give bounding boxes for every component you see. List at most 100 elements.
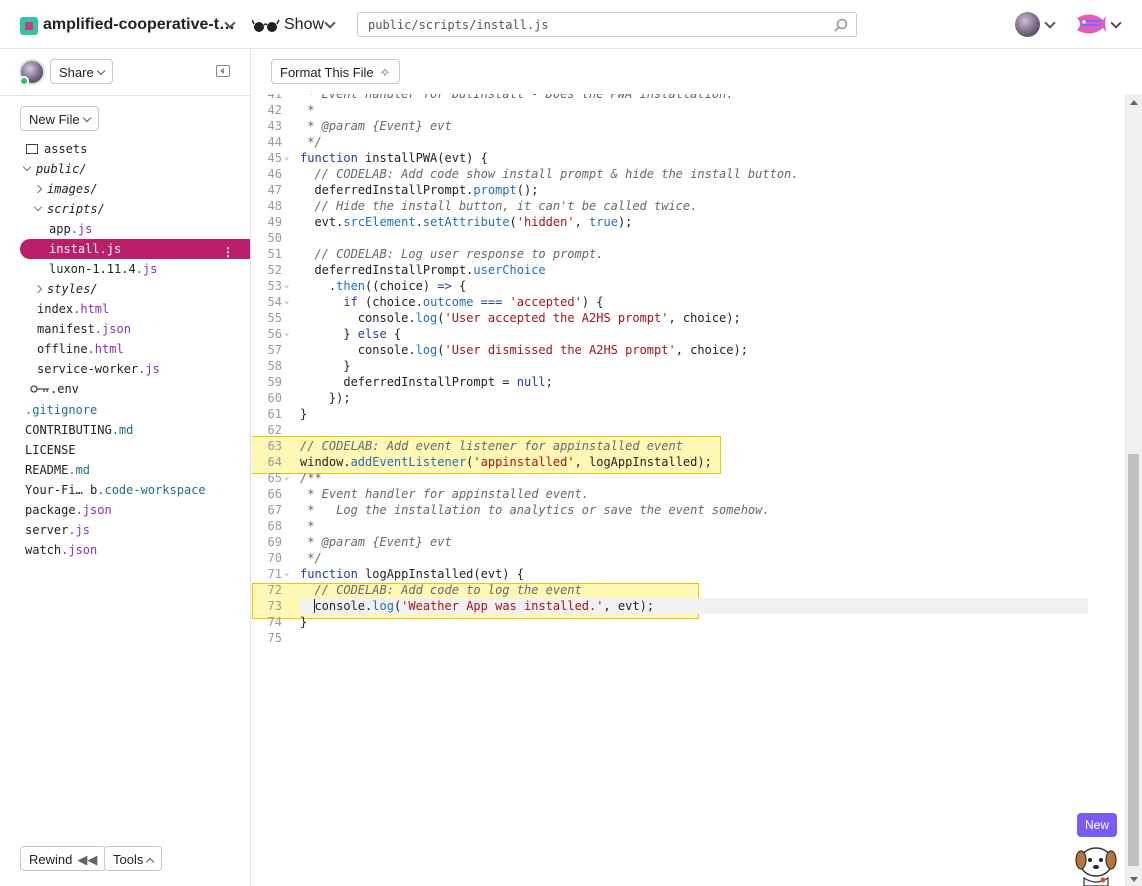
code-line[interactable]: 62 — [252, 422, 1125, 438]
code-line[interactable]: 50 — [252, 230, 1125, 246]
tree-file-manifest-json[interactable]: manifest.json — [0, 319, 250, 339]
line-number: 44 — [267, 135, 282, 149]
tree-file-watch-json[interactable]: watch.json — [0, 540, 250, 560]
code-line[interactable]: 55 console.log('User accepted the A2HS p… — [252, 310, 1125, 326]
code-line[interactable]: 69 * @param {Event} evt — [252, 534, 1125, 550]
chevron-down-icon[interactable] — [1044, 17, 1056, 29]
glitch-fish-logo-icon[interactable] — [1075, 12, 1107, 36]
tree-file-offline-html[interactable]: offline.html — [0, 339, 250, 359]
scroll-thumb[interactable] — [1128, 454, 1139, 866]
code-line[interactable]: 74} — [252, 614, 1125, 630]
tree-file-luxon-js[interactable]: luxon-1.11.4.js — [0, 259, 250, 279]
tools-button[interactable]: Tools — [104, 846, 163, 871]
code-line[interactable]: 56 ⌄ } else { — [252, 326, 1125, 342]
tree-file-package-json[interactable]: package.json — [0, 500, 250, 520]
line-number: 73 — [267, 599, 282, 613]
code-line[interactable]: 53 ⌄ .then((choice) => { — [252, 278, 1125, 294]
code-line[interactable]: 73 console.log('Weather App was installe… — [252, 598, 1125, 614]
code-line[interactable]: 42 * — [252, 102, 1125, 118]
scroll-down-arrow-icon[interactable] — [1130, 877, 1138, 882]
code-line[interactable]: 48 // Hide the install button, it can't … — [252, 198, 1125, 214]
user-avatar[interactable] — [1015, 12, 1040, 37]
tree-file-index-html[interactable]: index.html — [0, 299, 250, 319]
tree-item-label: assets — [44, 142, 88, 156]
chevron-down-icon[interactable] — [1110, 17, 1122, 29]
line-number: 62 — [267, 423, 282, 437]
tree-folder-public[interactable]: public/ — [0, 159, 250, 179]
dog-mascot-icon[interactable] — [1068, 840, 1124, 886]
code-line[interactable]: 59 deferredInstallPrompt = null; — [252, 374, 1125, 390]
fold-chevron-icon[interactable]: ⌄ — [284, 293, 289, 309]
code-line[interactable]: 68 * — [252, 518, 1125, 534]
fold-chevron-icon[interactable]: ⌄ — [284, 277, 289, 293]
code-line[interactable]: 46 // CODELAB: Add code show install pro… — [252, 166, 1125, 182]
code-line[interactable]: 58 } — [252, 358, 1125, 374]
code-text: } — [300, 359, 351, 373]
scroll-up-arrow-icon[interactable] — [1130, 100, 1138, 105]
tree-file-license[interactable]: LICENSE — [0, 440, 250, 460]
tree-folder-styles[interactable]: styles/ — [0, 279, 250, 299]
tools-label: Tools — [113, 852, 144, 867]
code-line[interactable]: 41 * Event handler for butInstall - Does… — [252, 94, 1125, 102]
tree-file-service-worker-js[interactable]: service-worker.js — [0, 359, 250, 379]
tree-file-contributing-md[interactable]: CONTRIBUTING.md — [0, 420, 250, 440]
fold-chevron-icon[interactable]: ⌄ — [284, 325, 289, 341]
code-text: * Event handler for appinstalled event. — [300, 487, 589, 501]
chevron-down-icon[interactable] — [324, 17, 336, 29]
code-line[interactable]: 64 window.addEventListener('appinstalled'… — [252, 454, 1125, 470]
new-badge[interactable]: New — [1077, 813, 1117, 837]
file-search-input[interactable]: public/scripts/install.js — [357, 12, 857, 37]
code-line[interactable]: 44 */ — [252, 134, 1125, 150]
code-line[interactable]: 45 ⌄ function installPWA(evt) { — [252, 150, 1125, 166]
code-line[interactable]: 70 */ — [252, 550, 1125, 566]
tree-file-env[interactable]: .env — [0, 379, 250, 399]
tree-file-workspace[interactable]: Your-Fi… b.code-workspace — [0, 480, 250, 500]
tree-folder-images[interactable]: images/ — [0, 179, 250, 199]
code-line[interactable]: 66 * Event handler for appinstalled even… — [252, 486, 1125, 502]
key-icon — [30, 385, 49, 393]
share-button[interactable]: Share — [50, 59, 113, 84]
code-text: deferredInstallPrompt.userChoice — [300, 263, 546, 277]
tree-folder-scripts[interactable]: scripts/ — [0, 199, 250, 219]
show-menu-label[interactable]: Show — [284, 16, 324, 34]
glasses-icon[interactable] — [252, 16, 280, 34]
tree-item-ext: .js — [68, 523, 91, 537]
editor-scrollbar[interactable] — [1125, 94, 1142, 886]
code-line[interactable]: 57 console.log('User dismissed the A2HS … — [252, 342, 1125, 358]
code-editor[interactable]: 41 * Event handler for butInstall - Does… — [252, 94, 1125, 886]
code-line[interactable]: 54 ⌄ if (choice.outcome === 'accepted') { — [252, 294, 1125, 310]
tree-item-ext: .json — [94, 322, 131, 336]
rewind-button[interactable]: Rewind ◀◀ — [20, 846, 107, 871]
code-line[interactable]: 60 }); — [252, 390, 1125, 406]
code-text: }); — [300, 391, 351, 405]
collapse-sidebar-icon[interactable] — [216, 65, 230, 77]
tree-file-gitignore[interactable]: .gitignore — [0, 400, 250, 420]
code-line[interactable]: 47 deferredInstallPrompt.prompt(); — [252, 182, 1125, 198]
format-file-button[interactable]: Format This File ✧ — [271, 59, 400, 84]
tree-file-server-js[interactable]: server.js — [0, 520, 250, 540]
code-line[interactable]: 75 — [252, 630, 1125, 646]
code-line[interactable]: 65 ⌄ /** — [252, 470, 1125, 486]
new-file-button[interactable]: New File — [20, 106, 99, 131]
search-icon[interactable] — [834, 18, 848, 32]
top-bar: amplified-cooperative-t… Show public/scr… — [0, 0, 1142, 49]
code-line[interactable]: 61} — [252, 406, 1125, 422]
code-line[interactable]: 49 evt.srcElement.setAttribute('hidden',… — [252, 214, 1125, 230]
tree-item-assets[interactable]: assets — [0, 139, 250, 159]
code-line[interactable]: 63 // CODELAB: Add event listener for app… — [252, 438, 1125, 454]
code-line[interactable]: 43 * @param {Event} evt — [252, 118, 1125, 134]
project-name[interactable]: amplified-cooperative-t… — [43, 16, 235, 34]
tree-file-app-js[interactable]: app.js — [0, 219, 250, 239]
tree-file-readme-md[interactable]: README.md — [0, 460, 250, 480]
tree-item-label: install — [49, 242, 100, 256]
code-line[interactable]: 71 ⌄ function logAppInstalled(evt) { — [252, 566, 1125, 582]
code-line[interactable]: 67 * Log the installation to analytics o… — [252, 502, 1125, 518]
fold-chevron-icon[interactable]: ⌄ — [284, 149, 289, 165]
project-logo-icon[interactable] — [20, 17, 38, 35]
tree-file-install-js[interactable]: install.js ⋮ — [20, 239, 250, 259]
code-line[interactable]: 51 // CODELAB: Log user response to prom… — [252, 246, 1125, 262]
code-line[interactable]: 52 deferredInstallPrompt.userChoice — [252, 262, 1125, 278]
fold-chevron-icon[interactable]: ⌄ — [284, 469, 289, 485]
fold-chevron-icon[interactable]: ⌄ — [284, 565, 289, 581]
code-line[interactable]: 72 // CODELAB: Add code to log the event — [252, 582, 1125, 598]
